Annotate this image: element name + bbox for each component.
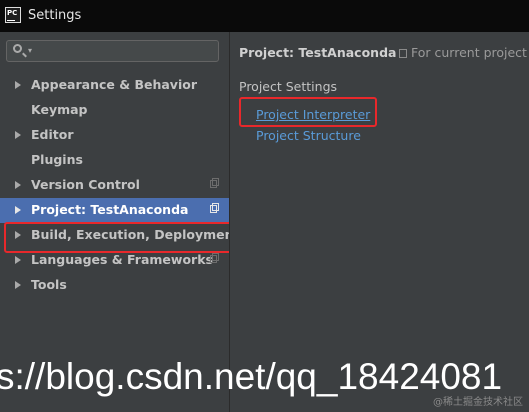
chevron-right-icon[interactable] [15,81,21,89]
page-title: Project: TestAnaconda [239,45,397,60]
tree-item-label: Keymap [31,102,88,117]
tree-item-label: Plugins [31,152,83,167]
project-scope-icon [210,178,219,188]
project-structure-link[interactable]: Project Structure [256,128,361,143]
chevron-right-icon[interactable] [15,181,21,189]
app-icon-text: PC [7,9,18,17]
tree-item-label: Project: TestAnaconda [31,202,189,217]
tree-item[interactable]: Plugins [0,148,229,173]
settings-tree: Appearance & Behavior Keymap Editor Plugins… [0,73,239,298]
tree-item-label: Version Control [31,177,140,192]
tree-item[interactable]: Appearance & Behavior [0,73,229,98]
scope-indicator: For current project [399,45,527,60]
tree-item-label: Tools [31,277,67,292]
tree-item[interactable]: Editor [0,123,229,148]
watermark-url: s://blog.csdn.net/qq_18424081 [0,356,503,397]
tree-item-label: Editor [31,127,74,142]
watermark-small: @稀土掘金技术社区 [433,397,523,408]
tree-item-label: Appearance & Behavior [31,77,197,92]
project-scope-icon [210,253,219,263]
title-bar: PC Settings [0,0,529,32]
chevron-right-icon[interactable] [15,206,21,214]
annotation-box-project [4,222,235,253]
annotation-box-interpreter [239,97,377,127]
scope-label: For current project [411,45,527,60]
pycharm-icon: PC [5,7,21,23]
project-scope-icon [210,203,219,213]
settings-main-panel: Project: TestAnaconda For current projec… [230,32,529,412]
project-scope-icon [399,49,407,58]
tree-item[interactable]: Tools [0,273,229,298]
chevron-right-icon[interactable] [15,281,21,289]
search-input[interactable]: ▾ [6,40,219,62]
tree-item[interactable]: Project: TestAnaconda [0,198,229,223]
chevron-right-icon[interactable] [15,256,21,264]
settings-sidebar: ▾ Appearance & Behavior Keymap Editor Plugi… [0,32,239,412]
tree-item[interactable]: Keymap [0,98,229,123]
tree-item-label: Languages & Frameworks [31,252,213,267]
chevron-right-icon[interactable] [15,131,21,139]
section-title: Project Settings [239,79,338,94]
tree-item[interactable]: Version Control [0,173,229,198]
chevron-down-icon[interactable]: ▾ [28,46,32,55]
search-icon [13,44,22,53]
window-title: Settings [28,8,82,23]
